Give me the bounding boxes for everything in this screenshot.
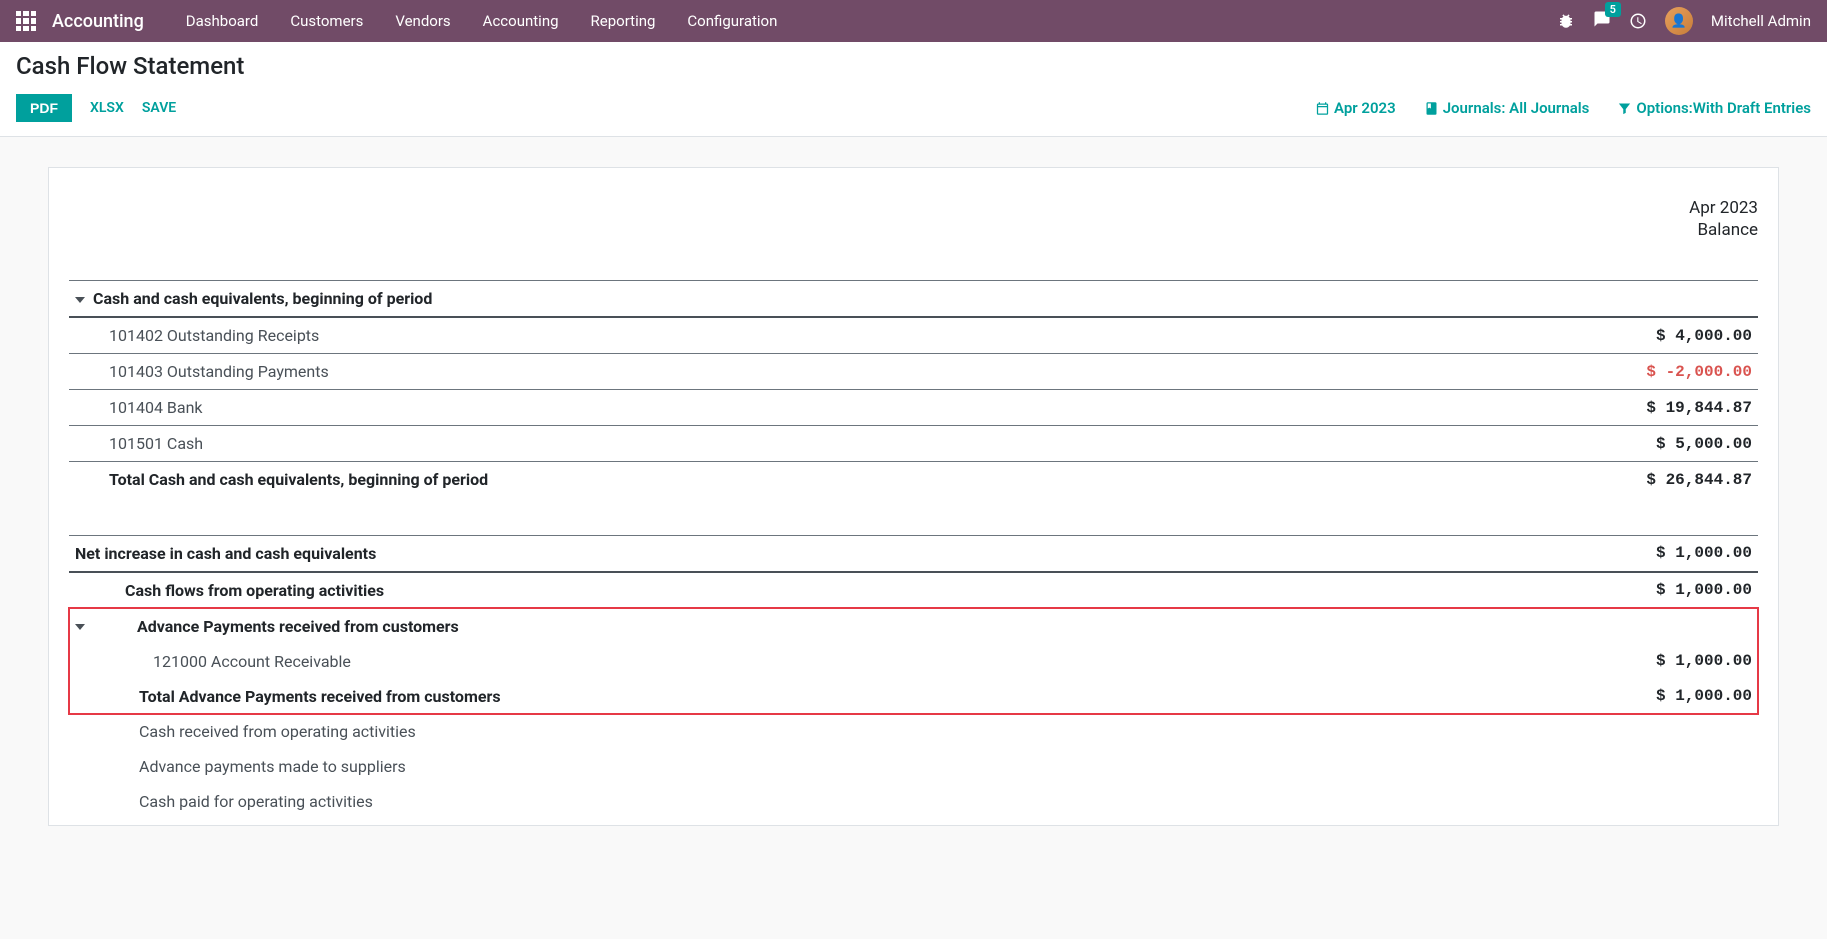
messages-button[interactable]: 5 (1593, 10, 1611, 32)
row-cash-received-operating[interactable]: Cash received from operating activities (69, 714, 1758, 749)
row-beginning-cash[interactable]: Cash and cash equivalents, beginning of … (69, 281, 1758, 318)
caret-down-icon (75, 297, 85, 303)
caret-down-icon (75, 624, 85, 630)
row-outstanding-payments[interactable]: 101403 Outstanding Payments $ -2,000.00 (69, 354, 1758, 390)
nav-menu: Dashboard Customers Vendors Accounting R… (172, 6, 792, 36)
nav-reporting[interactable]: Reporting (577, 6, 670, 36)
filter-date-label: Apr 2023 (1334, 99, 1396, 117)
row-total-beginning[interactable]: Total Cash and cash equivalents, beginni… (69, 462, 1758, 498)
row-outstanding-receipts[interactable]: 101402 Outstanding Receipts $ 4,000.00 (69, 317, 1758, 354)
nav-vendors[interactable]: Vendors (381, 6, 464, 36)
nav-configuration[interactable]: Configuration (673, 6, 791, 36)
row-advance-payments-suppliers[interactable]: Advance payments made to suppliers (69, 749, 1758, 784)
row-operating-flows[interactable]: Cash flows from operating activities $ 1… (69, 572, 1758, 609)
top-navbar: Accounting Dashboard Customers Vendors A… (0, 0, 1827, 42)
nav-accounting[interactable]: Accounting (469, 6, 573, 36)
highlighted-section: Advance Payments received from customers… (69, 608, 1758, 714)
filter-options-label: Options:With Draft Entries (1636, 99, 1811, 117)
app-brand[interactable]: Accounting (52, 11, 144, 32)
row-bank[interactable]: 101404 Bank $ 19,844.87 (69, 390, 1758, 426)
filter-options[interactable]: Options:With Draft Entries (1617, 99, 1811, 117)
row-account-receivable[interactable]: 121000 Account Receivable $ 1,000.00 (69, 644, 1758, 679)
filter-journals-label: Journals: All Journals (1443, 99, 1590, 117)
message-count-badge: 5 (1605, 2, 1621, 17)
row-cash[interactable]: 101501 Cash $ 5,000.00 (69, 426, 1758, 462)
nav-right: 5 👤 Mitchell Admin (1557, 7, 1811, 35)
apps-icon[interactable] (16, 11, 36, 31)
row-advance-payments-customers[interactable]: Advance Payments received from customers (69, 608, 1758, 644)
row-cash-paid-operating[interactable]: Cash paid for operating activities (69, 784, 1758, 819)
nav-customers[interactable]: Customers (276, 6, 377, 36)
row-net-increase[interactable]: Net increase in cash and cash equivalent… (69, 535, 1758, 572)
save-button[interactable]: SAVE (142, 100, 176, 116)
pdf-button[interactable]: PDF (16, 94, 72, 122)
username[interactable]: Mitchell Admin (1711, 12, 1811, 30)
filter-journals[interactable]: Journals: All Journals (1424, 99, 1590, 117)
clock-icon[interactable] (1629, 12, 1647, 30)
funnel-icon (1617, 101, 1632, 116)
balance-label: Balance (1400, 220, 1758, 281)
nav-dashboard[interactable]: Dashboard (172, 6, 273, 36)
period-label: Apr 2023 (1400, 198, 1758, 220)
row-total-advance-payments[interactable]: Total Advance Payments received from cus… (69, 679, 1758, 714)
report-area: Apr 2023 Balance Cash and cash equivalen… (0, 137, 1827, 856)
report-card: Apr 2023 Balance Cash and cash equivalen… (48, 167, 1779, 826)
debug-icon[interactable] (1557, 12, 1575, 30)
page-title: Cash Flow Statement (16, 52, 1811, 80)
filters: Apr 2023 Journals: All Journals Options:… (1315, 99, 1811, 117)
avatar[interactable]: 👤 (1665, 7, 1693, 35)
calendar-icon (1315, 101, 1330, 116)
xlsx-button[interactable]: XLSX (90, 100, 124, 116)
action-buttons: PDF XLSX SAVE (16, 94, 176, 122)
book-icon (1424, 101, 1439, 116)
filter-date[interactable]: Apr 2023 (1315, 99, 1396, 117)
report-table: Apr 2023 Balance Cash and cash equivalen… (69, 198, 1758, 819)
sub-header: Cash Flow Statement PDF XLSX SAVE Apr 20… (0, 42, 1827, 137)
